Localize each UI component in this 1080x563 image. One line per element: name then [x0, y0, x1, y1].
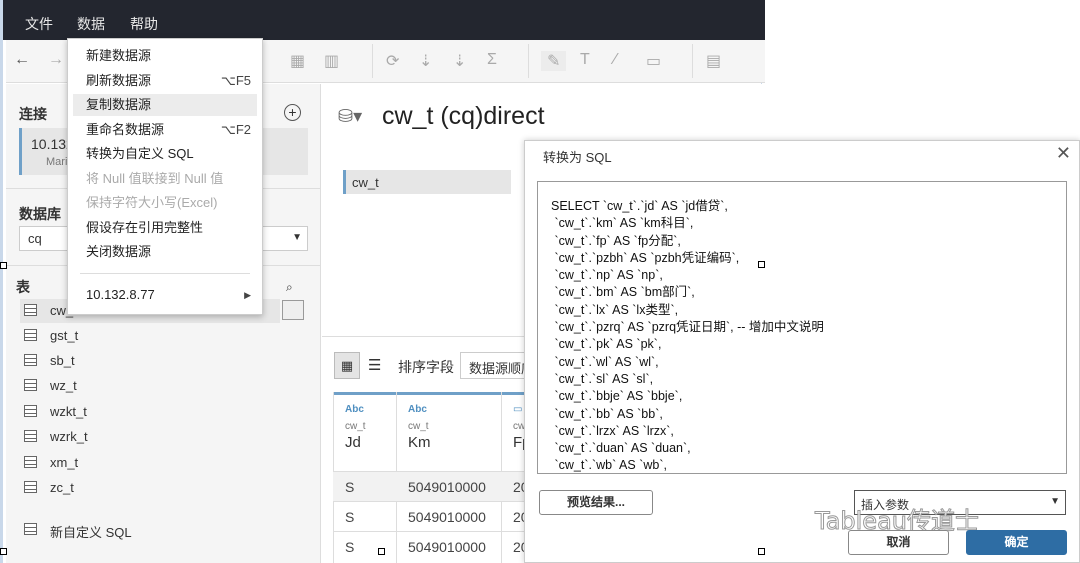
- menu-item[interactable]: 复制数据源: [73, 94, 257, 116]
- sum-icon[interactable]: Σ: [487, 51, 497, 69]
- table-item[interactable]: wzrk_t: [20, 425, 310, 449]
- grid-cell: 5049010000: [408, 509, 486, 525]
- resize-handle[interactable]: [758, 261, 765, 268]
- preview-button[interactable]: 预览结果...: [539, 490, 653, 515]
- sql-editor[interactable]: SELECT `cw_t`.`jd` AS `jd借贷`, `cw_t`.`km…: [537, 181, 1067, 474]
- column-header[interactable]: Abc cw_t Km: [408, 404, 431, 451]
- menu-item: 保持字符大小写(Excel): [86, 195, 218, 210]
- forward-icon[interactable]: →: [48, 51, 64, 69]
- menu-item: 将 Null 值联接到 Null 值: [86, 170, 224, 186]
- database-icon[interactable]: ⛁▾: [338, 106, 362, 127]
- table-item[interactable]: wzkt_t: [20, 400, 310, 424]
- menu-help[interactable]: 帮助: [130, 14, 158, 34]
- resize-handle[interactable]: [378, 548, 385, 555]
- chevron-down-icon: ▼: [1050, 496, 1060, 507]
- list-view-icon[interactable]: [282, 300, 304, 320]
- database-value: cq: [28, 231, 42, 246]
- sort-asc-icon[interactable]: ⇣: [419, 51, 432, 71]
- menu-item[interactable]: 新建数据源: [73, 45, 257, 67]
- highlight-icon[interactable]: ✎: [541, 51, 567, 71]
- database-heading: 数据库: [19, 206, 61, 222]
- new-custom-sql[interactable]: 新自定义 SQL: [20, 518, 310, 542]
- datasource-title[interactable]: cw_t (cq)direct: [382, 102, 545, 131]
- menu-data[interactable]: 数据: [77, 14, 105, 34]
- annotate-icon[interactable]: ⁄: [614, 51, 617, 69]
- menu-item[interactable]: 刷新数据源 ⌥F5: [73, 70, 257, 92]
- grid-cell: 5049010000: [408, 539, 486, 555]
- ok-button[interactable]: 确定: [966, 530, 1067, 555]
- grid-cell: S: [345, 509, 355, 525]
- menu-item[interactable]: 关闭数据源: [73, 241, 257, 263]
- table-item[interactable]: wz_t: [20, 374, 310, 398]
- sort-desc-icon[interactable]: ⇣: [453, 51, 466, 71]
- search-icon[interactable]: ⌕: [286, 280, 293, 295]
- menu-item[interactable]: 假设存在引用完整性: [73, 217, 257, 239]
- dialog-title: 转换为 SQL: [543, 150, 612, 165]
- table-item[interactable]: gst_t: [20, 324, 310, 348]
- resize-handle[interactable]: [0, 548, 7, 555]
- table-item[interactable]: sb_t: [20, 349, 310, 373]
- chart-icon[interactable]: ▦: [290, 51, 305, 71]
- string-type-icon: Abc: [345, 404, 364, 415]
- data-menu: 新建数据源刷新数据源 ⌥F5 复制数据源重命名数据源 ⌥F2 转换为自定义 SQL 将 N…: [67, 38, 263, 315]
- connection-heading: 连接: [19, 106, 47, 122]
- swap-icon[interactable]: ⟳: [386, 51, 399, 71]
- chevron-down-icon: ▼: [292, 232, 302, 243]
- grid-cell: 5049010000: [408, 479, 486, 495]
- string-type-icon: Abc: [408, 404, 427, 415]
- resize-handle[interactable]: [758, 548, 765, 555]
- grid-view-icon[interactable]: ▦: [334, 352, 360, 379]
- resize-handle[interactable]: [0, 262, 7, 269]
- close-icon[interactable]: ✕: [1056, 143, 1071, 164]
- show-me-icon[interactable]: ▤: [706, 51, 721, 71]
- chevron-right-icon: ▶: [244, 290, 251, 300]
- menu-file[interactable]: 文件: [25, 14, 53, 34]
- menu-bar: 文件 数据 帮助: [3, 0, 765, 40]
- grid-cell: S: [345, 479, 355, 495]
- fit-icon[interactable]: ▭: [646, 51, 661, 71]
- clear-chart-icon[interactable]: ▥: [324, 51, 339, 71]
- list-view-icon[interactable]: ☰: [368, 356, 381, 374]
- convert-sql-dialog: 转换为 SQL ✕ SELECT `cw_t`.`jd` AS `jd借贷`, …: [524, 140, 1080, 563]
- grid-cell: S: [345, 539, 355, 555]
- table-item[interactable]: zc_t: [20, 476, 310, 500]
- tables-heading: 表: [16, 279, 30, 295]
- canvas-table[interactable]: cw_t: [343, 170, 511, 194]
- text-icon[interactable]: T: [580, 51, 590, 69]
- menu-item[interactable]: 重命名数据源 ⌥F2: [73, 119, 257, 141]
- column-header[interactable]: Abc cw_t Jd: [345, 404, 366, 451]
- add-connection-icon[interactable]: +: [284, 104, 301, 121]
- menu-item[interactable]: 转换为自定义 SQL: [73, 143, 257, 165]
- back-icon[interactable]: ←: [14, 51, 30, 69]
- table-item[interactable]: xm_t: [20, 451, 310, 475]
- menu-item-connection[interactable]: 10.132.8.77 ▶: [73, 284, 257, 306]
- cancel-button[interactable]: 取消: [848, 530, 949, 555]
- sort-label: 排序字段: [398, 359, 454, 375]
